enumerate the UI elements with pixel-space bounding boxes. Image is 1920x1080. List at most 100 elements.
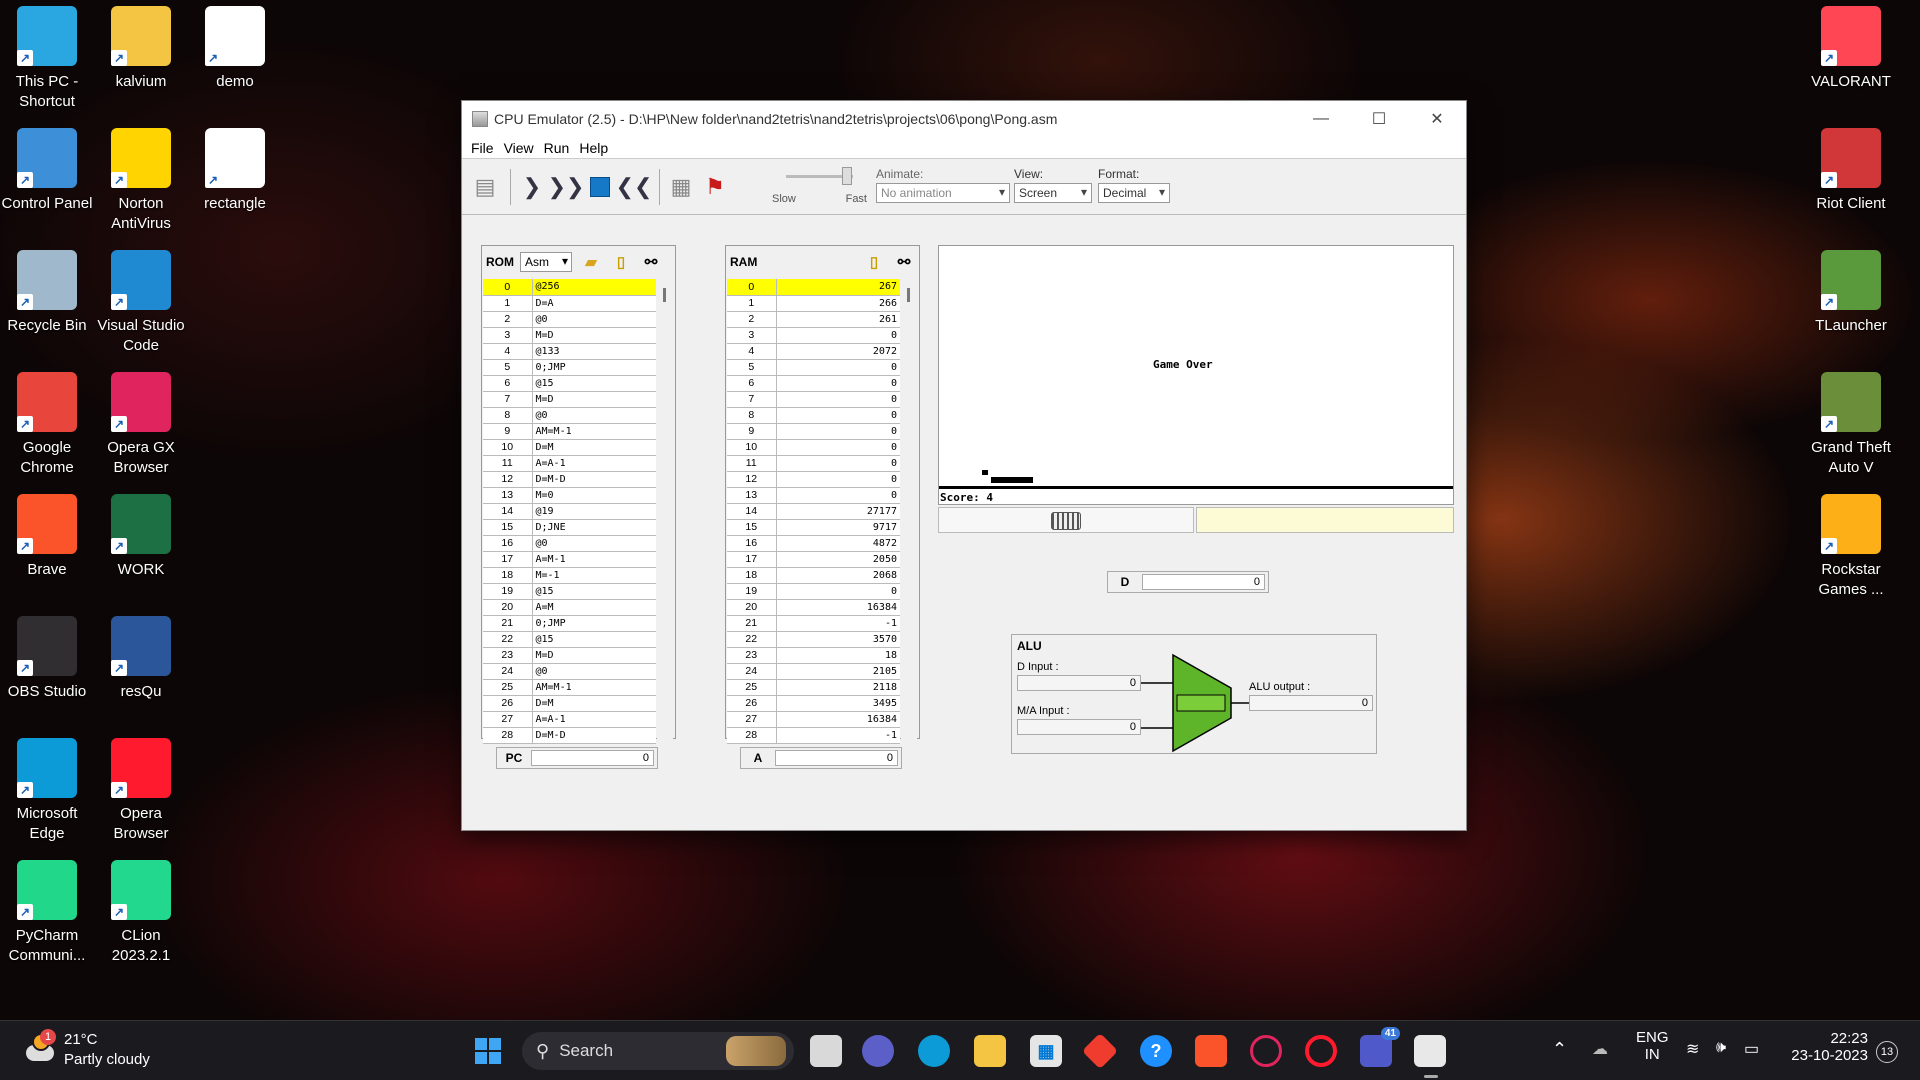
value-cell[interactable]: 267 (776, 279, 900, 296)
value-cell[interactable]: 0 (776, 455, 900, 472)
stop-button[interactable] (585, 172, 615, 202)
edge-taskbar-icon[interactable] (918, 1035, 950, 1067)
chevron-up-icon[interactable]: ⌃ (1552, 1039, 1567, 1060)
language-indicator[interactable]: ENG IN (1636, 1029, 1669, 1063)
table-row[interactable]: 30 (727, 327, 900, 344)
minimize-button[interactable]: — (1292, 101, 1350, 137)
desktop-icon[interactable]: ↗ demo (188, 0, 282, 92)
table-row[interactable]: 25 2118 (727, 679, 900, 696)
reset-button[interactable]: ❮❮ (616, 172, 653, 202)
task-view-icon[interactable] (810, 1035, 842, 1067)
value-cell[interactable]: @0 (532, 663, 656, 680)
value-cell[interactable]: D=M (532, 439, 656, 456)
menu-view[interactable]: View (499, 137, 539, 158)
clear-icon[interactable]: ▯ (610, 251, 632, 273)
opera-gx-taskbar-icon[interactable] (1250, 1035, 1282, 1067)
value-cell[interactable]: 0;JMP (532, 359, 656, 376)
value-cell[interactable]: 0 (776, 391, 900, 408)
table-row[interactable]: 24 @0 (483, 663, 656, 680)
value-cell[interactable]: AM=M-1 (532, 423, 656, 440)
opera-taskbar-icon[interactable] (1305, 1035, 1337, 1067)
value-cell[interactable]: AM=M-1 (532, 679, 656, 696)
table-row[interactable]: 21 0;JMP (483, 615, 656, 632)
value-cell[interactable]: M=0 (532, 487, 656, 504)
battery-icon[interactable]: ▭ (1744, 1039, 1759, 1059)
table-row[interactable]: 20 A=M (483, 599, 656, 616)
java-app-icon[interactable] (1414, 1035, 1446, 1078)
file-explorer-icon[interactable] (974, 1035, 1006, 1067)
table-row[interactable]: 22 @15 (483, 631, 656, 648)
value-cell[interactable]: 0 (776, 583, 900, 600)
title-bar[interactable]: CPU Emulator (2.5) - D:\HP\New folder\na… (462, 101, 1466, 137)
value-cell[interactable]: 9717 (776, 519, 900, 536)
maximize-button[interactable]: ☐ (1350, 101, 1408, 137)
pc-value[interactable]: 0 (531, 750, 654, 766)
table-row[interactable]: 2 @0 (483, 311, 656, 328)
table-row[interactable]: 22 3570 (727, 631, 900, 648)
table-row[interactable]: 5 0;JMP (483, 359, 656, 376)
desktop-icon[interactable]: ↗ Rockstar Games ... (1804, 488, 1898, 600)
binoculars-icon[interactable]: ⚯ (640, 251, 662, 273)
table-row[interactable]: 11 A=A-1 (483, 455, 656, 472)
value-cell[interactable]: @133 (532, 343, 656, 360)
slider-knob[interactable] (842, 167, 852, 185)
table-row[interactable]: 26 D=M (483, 695, 656, 712)
format-select[interactable]: Decimal (1098, 183, 1170, 203)
menu-file[interactable]: File (466, 137, 499, 158)
table-row[interactable]: 16 @0 (483, 535, 656, 552)
single-step-button[interactable]: ❯ (517, 172, 547, 202)
table-row[interactable]: 0 267 (727, 279, 900, 296)
desktop-icon[interactable]: ↗ Recycle Bin (0, 244, 94, 336)
value-cell[interactable]: 27177 (776, 503, 900, 520)
value-cell[interactable]: 2105 (776, 663, 900, 680)
value-cell[interactable]: 4872 (776, 535, 900, 552)
binoculars-icon[interactable]: ⚯ (893, 251, 915, 273)
value-cell[interactable]: @15 (532, 375, 656, 392)
table-row[interactable]: 24 2105 (727, 663, 900, 680)
speed-slider[interactable]: Slow Fast (772, 165, 867, 209)
run-button[interactable]: ❯❯ (548, 172, 585, 202)
table-row[interactable]: 15 9717 (727, 519, 900, 536)
table-row[interactable]: 25 AM=M-1 (483, 679, 656, 696)
keyboard-toggle[interactable] (938, 507, 1194, 533)
value-cell[interactable]: D;JNE (532, 519, 656, 536)
value-cell[interactable]: @15 (532, 583, 656, 600)
desktop-icon[interactable]: ↗ Control Panel (0, 122, 94, 214)
table-row[interactable]: 23 M=D (483, 647, 656, 664)
table-row[interactable]: 10 0 (727, 439, 900, 456)
desktop-icon[interactable]: ↗ Opera GX Browser (94, 366, 188, 478)
table-row[interactable]: 18 M=-1 (483, 567, 656, 584)
desktop-icon[interactable]: ↗ Norton AntiVirus (94, 122, 188, 234)
clock[interactable]: 22:23 23-10-2023 (1784, 1030, 1868, 1064)
view-select[interactable]: Screen (1014, 183, 1092, 203)
desktop-icon[interactable]: ↗ resQu (94, 610, 188, 702)
value-cell[interactable]: 3570 (776, 631, 900, 648)
table-row[interactable]: 13 M=0 (483, 487, 656, 504)
rom-scrollbar[interactable] (657, 280, 673, 744)
table-row[interactable]: 70 (727, 391, 900, 408)
table-row[interactable]: 80 (727, 407, 900, 424)
load-program-button[interactable]: ▤ (470, 172, 500, 202)
value-cell[interactable]: 16384 (776, 711, 900, 728)
animate-select[interactable]: No animation (876, 183, 1010, 203)
value-cell[interactable]: M=D (532, 391, 656, 408)
desktop-icon[interactable]: ↗ Brave (0, 488, 94, 580)
table-row[interactable]: 17 2050 (727, 551, 900, 568)
table-row[interactable]: 0 @256 (483, 279, 656, 296)
search-box[interactable]: ⚲ Search (522, 1032, 794, 1070)
value-cell[interactable]: D=M-D (532, 471, 656, 488)
a-value[interactable]: 0 (775, 750, 898, 766)
value-cell[interactable]: A=A-1 (532, 711, 656, 728)
close-button[interactable]: ✕ (1408, 101, 1466, 137)
table-row[interactable]: 1 D=A (483, 295, 656, 312)
table-row[interactable]: 60 (727, 375, 900, 392)
scroll-thumb[interactable] (663, 288, 666, 302)
menu-help[interactable]: Help (574, 137, 613, 158)
microsoft-store-icon[interactable]: ▦ (1030, 1035, 1062, 1067)
desktop-icon[interactable]: ↗ kalvium (94, 0, 188, 92)
value-cell[interactable]: 0 (776, 407, 900, 424)
table-row[interactable]: 20 16384 (727, 599, 900, 616)
table-row[interactable]: 28 D=M-D (483, 727, 656, 744)
table-row[interactable]: 14 27177 (727, 503, 900, 520)
table-row[interactable]: 4 @133 (483, 343, 656, 360)
